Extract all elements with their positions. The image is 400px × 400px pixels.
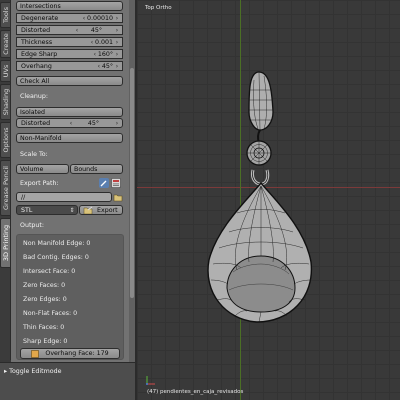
increment-arrow-icon[interactable]: ›	[114, 27, 120, 34]
degenerate-value: 0.00010	[86, 14, 113, 22]
output-heading: Output:	[20, 222, 44, 229]
tab-options[interactable]: Options	[0, 122, 11, 158]
tab-uvs[interactable]: UVs	[0, 60, 11, 82]
thickness-label: Thickness	[21, 38, 53, 46]
distorted-field[interactable]: ‹ 45° ›	[71, 25, 123, 35]
export-path-value: //	[21, 193, 26, 201]
output-line: Bad Contig. Edges: 0	[23, 254, 89, 261]
thickness-field[interactable]: Thickness ‹ 0.001 ›	[16, 37, 123, 47]
check-all-label: Check All	[20, 77, 50, 85]
output-line: Non-Flat Faces: 0	[23, 310, 78, 317]
tab-uvs-label: UVs	[1, 64, 10, 78]
tab-grease-pencil[interactable]: Grease Pencil	[0, 160, 11, 216]
overhang-field[interactable]: Overhang ‹ 45° ›	[16, 61, 123, 71]
tab-shading-label: Shading	[1, 88, 10, 116]
pendant-mesh[interactable]	[137, 0, 400, 400]
output-line: Intersect Face: 0	[23, 268, 76, 275]
tab-tools-label: Tools	[1, 6, 10, 24]
overhang-label: Overhang	[21, 62, 52, 70]
tab-3d-printing-label: 3D Printing	[1, 224, 10, 262]
file-browser-icon[interactable]	[111, 178, 121, 188]
format-select[interactable]: STL ⇕	[16, 205, 78, 215]
output-box: Non Manifold Edge: 0 Bad Contig. Edges: …	[16, 234, 124, 360]
tab-create[interactable]: Create	[0, 30, 11, 58]
increment-arrow-icon[interactable]: ›	[114, 120, 120, 127]
intersections-button[interactable]: Intersections	[16, 1, 123, 11]
distorted-label: Distorted	[21, 26, 51, 34]
format-value: STL	[21, 206, 33, 214]
output-line: Non Manifold Edge: 0	[23, 240, 91, 247]
axis-gizmo-icon	[145, 374, 157, 386]
volume-button[interactable]: Volume	[16, 164, 69, 174]
isolated-label: Isolated	[20, 108, 45, 116]
cleanup-distorted-value: 45°	[87, 119, 100, 127]
thickness-value: 0.001	[94, 38, 113, 46]
toggle-editmode-header[interactable]: ▸ Toggle Editmode	[4, 368, 61, 375]
tab-3d-printing[interactable]: 3D Printing	[0, 218, 11, 268]
distorted-value: 45°	[90, 26, 103, 34]
toggle-editmode-label: Toggle Editmode	[9, 368, 62, 375]
degenerate-label: Degenerate	[21, 14, 59, 22]
degenerate-field[interactable]: Degenerate ‹ 0.00010 ›	[16, 13, 123, 23]
increment-arrow-icon[interactable]: ›	[114, 51, 120, 58]
volume-label: Volume	[20, 165, 44, 173]
export-button[interactable]: Export	[79, 205, 123, 215]
export-path-heading: Export Path:	[20, 180, 59, 187]
output-line: Zero Edges: 0	[23, 296, 67, 303]
tab-grease-pencil-label: Grease Pencil	[1, 166, 10, 210]
tool-shelf-tabs: Tools Create UVs Shading Options Grease …	[0, 0, 11, 360]
output-line: Thin Faces: 0	[23, 324, 65, 331]
non-manifold-label: Non-Manifold	[20, 134, 62, 142]
cleanup-distorted-label: Distorted	[21, 119, 51, 127]
overhang-face-label: Overhang Face: 179	[45, 350, 109, 357]
increment-arrow-icon[interactable]: ›	[114, 15, 120, 22]
edge-sharp-value: 160°	[97, 50, 113, 58]
dropdown-arrows-icon: ⇕	[69, 206, 75, 214]
export-label: Export	[97, 206, 118, 214]
output-line: Sharp Edge: 0	[23, 338, 68, 345]
distorted-label-cell[interactable]: Distorted	[16, 25, 72, 35]
scale-to-heading: Scale To:	[20, 151, 48, 158]
mesh-select-icon	[31, 349, 40, 358]
tab-tools[interactable]: Tools	[0, 2, 11, 28]
tab-create-label: Create	[1, 33, 10, 55]
check-all-button[interactable]: Check All	[16, 76, 123, 86]
scrollbar-thumb[interactable]	[130, 68, 134, 298]
eyedropper-icon[interactable]	[99, 178, 109, 188]
operator-panel: ▸ Toggle Editmode	[0, 362, 135, 400]
tab-shading[interactable]: Shading	[0, 84, 11, 120]
export-path-input[interactable]: //	[16, 192, 112, 202]
increment-arrow-icon[interactable]: ›	[114, 39, 120, 46]
cleanup-distorted-field[interactable]: Distorted ‹ 45° ›	[16, 118, 123, 128]
cleanup-heading: Cleanup:	[20, 93, 48, 100]
3d-viewport[interactable]: Top Ortho (47) pendientes_en_caja_revisa…	[137, 0, 400, 400]
export-icon	[83, 206, 93, 214]
intersections-label: Intersections	[20, 2, 61, 10]
non-manifold-button[interactable]: Non-Manifold	[16, 133, 123, 143]
bounds-label: Bounds	[74, 165, 98, 173]
object-info: (47) pendientes_en_caja_revisados	[147, 389, 244, 395]
bounds-button[interactable]: Bounds	[70, 164, 123, 174]
overhang-face-button[interactable]: Overhang Face: 179	[20, 348, 120, 359]
folder-icon[interactable]	[113, 192, 123, 202]
isolated-button[interactable]: Isolated	[16, 107, 123, 117]
edge-sharp-field[interactable]: Edge Sharp ‹ 160° ›	[16, 49, 123, 59]
output-line: Zero Faces: 0	[23, 282, 66, 289]
increment-arrow-icon[interactable]: ›	[114, 63, 120, 70]
edge-sharp-label: Edge Sharp	[21, 50, 58, 58]
tab-options-label: Options	[1, 127, 10, 153]
overhang-value: 45°	[101, 62, 113, 70]
